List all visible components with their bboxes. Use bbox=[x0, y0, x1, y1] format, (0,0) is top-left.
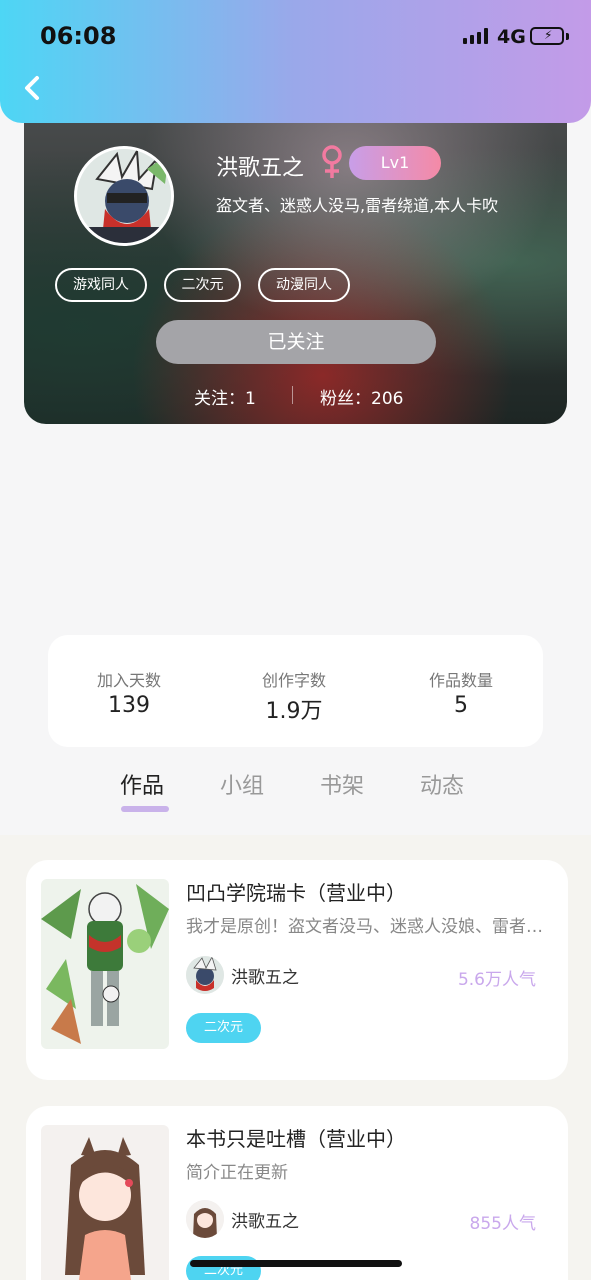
battery-icon: ⚡ bbox=[530, 27, 564, 45]
tab-works[interactable]: 作品 bbox=[120, 768, 164, 800]
book-popularity: 5.6万人气 bbox=[457, 970, 536, 990]
network-label: 4G bbox=[497, 26, 526, 48]
book-description: 简介正在更新 bbox=[186, 1163, 288, 1183]
profile-bio: 盗文者、迷惑人没马,雷者绕道,本人卡吹 bbox=[216, 196, 499, 215]
profile-tag[interactable]: 游戏同人 bbox=[55, 268, 147, 302]
fans-label: 粉丝： bbox=[320, 389, 371, 409]
header-bar: 06:08 4G ⚡ bbox=[0, 0, 591, 123]
stat-works-count: 作品数量 5 bbox=[391, 667, 531, 718]
book-title: 凹凸学院瑞卡（营业中） bbox=[186, 881, 406, 905]
fans-count: 206 bbox=[371, 389, 404, 409]
battery-cap bbox=[566, 33, 569, 40]
author-avatar-image bbox=[186, 956, 224, 994]
female-gender-icon bbox=[322, 145, 342, 178]
book-card[interactable]: 本书只是吐槽（营业中） 简介正在更新 洪歌五之 855人气 二次元 bbox=[26, 1106, 568, 1280]
avatar-image bbox=[77, 149, 171, 243]
stat-value: 5 bbox=[454, 693, 468, 718]
stats-card: 加入天数 139 创作字数 1.9万 作品数量 5 bbox=[48, 635, 543, 747]
stat-value: 139 bbox=[108, 693, 150, 718]
stat-label: 加入天数 bbox=[96, 671, 161, 690]
stat-label: 作品数量 bbox=[428, 671, 493, 690]
stat-join-days: 加入天数 139 bbox=[59, 667, 199, 718]
follow-button[interactable]: 已关注 bbox=[156, 320, 436, 364]
book-cover[interactable] bbox=[41, 1125, 169, 1280]
home-indicator[interactable] bbox=[190, 1260, 402, 1267]
stat-value: 1.9万 bbox=[265, 699, 323, 724]
author-avatar-image bbox=[186, 1200, 224, 1238]
username: 洪歌五之 bbox=[216, 156, 305, 181]
avatar[interactable] bbox=[74, 146, 174, 246]
active-tab-indicator bbox=[121, 806, 169, 812]
book-author: 洪歌五之 bbox=[231, 1212, 299, 1232]
stat-label: 创作字数 bbox=[261, 671, 326, 690]
tab-groups[interactable]: 小组 bbox=[220, 768, 264, 800]
fans-stat[interactable]: 粉丝：206 bbox=[320, 384, 403, 409]
book-card[interactable]: 凹凸学院瑞卡（营业中） 我才是原创！盗文者没马、迷惑人没娘、雷者绕道 洪歌五之 … bbox=[26, 860, 568, 1080]
profile-tag[interactable]: 二次元 bbox=[164, 268, 241, 302]
book-cover-image bbox=[41, 1125, 169, 1280]
profile-card: 洪歌五之 Lv1 盗文者、迷惑人没马,雷者绕道,本人卡吹 游戏同人 二次元 动漫… bbox=[24, 100, 567, 424]
tab-activity[interactable]: 动态 bbox=[420, 768, 464, 800]
book-description: 我才是原创！盗文者没马、迷惑人没娘、雷者绕道 bbox=[186, 917, 551, 937]
back-arrow-icon[interactable] bbox=[18, 72, 48, 104]
profile-tag[interactable]: 动漫同人 bbox=[258, 268, 350, 302]
book-popularity: 855人气 bbox=[469, 1214, 536, 1234]
author-avatar bbox=[186, 1200, 224, 1238]
level-badge: Lv1 bbox=[349, 146, 441, 180]
book-tag[interactable]: 二次元 bbox=[186, 1013, 261, 1043]
following-stat[interactable]: 关注：1 bbox=[194, 384, 256, 409]
book-author: 洪歌五之 bbox=[231, 968, 299, 988]
stat-word-count: 创作字数 1.9万 bbox=[224, 667, 364, 725]
stat-divider bbox=[292, 386, 293, 404]
following-count: 1 bbox=[245, 389, 256, 409]
signal-icon bbox=[463, 28, 488, 44]
book-cover-image bbox=[41, 879, 169, 1049]
following-label: 关注： bbox=[194, 389, 245, 409]
tab-bookshelf[interactable]: 书架 bbox=[320, 768, 364, 800]
status-time: 06:08 bbox=[40, 22, 117, 50]
book-cover[interactable] bbox=[41, 879, 169, 1049]
author-avatar bbox=[186, 956, 224, 994]
book-title: 本书只是吐槽（营业中） bbox=[186, 1127, 406, 1151]
